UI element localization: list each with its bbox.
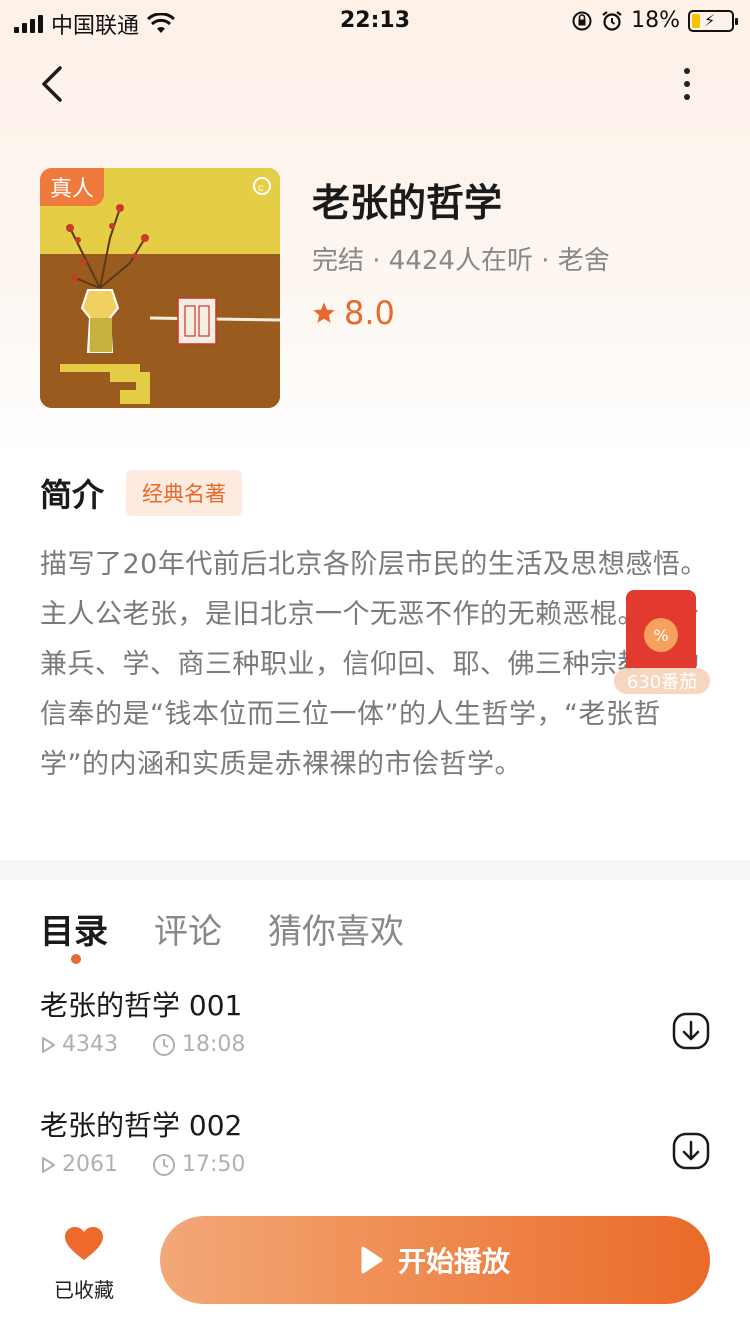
status-right: 18% ⚡ <box>571 8 738 33</box>
episode-meta: 4343 18:08 <box>40 1032 245 1057</box>
red-packet-label: 630番茄 <box>614 668 710 694</box>
section-divider <box>0 860 750 880</box>
start-play-button[interactable]: 开始播放 <box>160 1216 710 1304</box>
intro-text: 描写了20年代前后北京各阶层市民的生活及思想感悟。主人公老张，是旧北京一个无恶不… <box>40 549 708 780</box>
star-icon <box>313 302 335 323</box>
tab-recommend[interactable]: 猜你喜欢 <box>268 904 404 953</box>
episode-item[interactable]: 老张的哲学 001 4343 18:08 <box>0 984 750 1094</box>
favorite-button[interactable]: 已收藏 <box>44 1226 124 1306</box>
download-icon[interactable] <box>672 1012 710 1050</box>
download-icon[interactable] <box>672 1132 710 1170</box>
play-count: 4343 <box>62 1032 118 1057</box>
episode-duration: 18:08 <box>182 1032 246 1057</box>
coin-icon: % <box>644 618 678 652</box>
book-title: 老张的哲学 <box>312 181 503 225</box>
tab-catalog[interactable]: 目录 <box>40 904 108 953</box>
episode-duration: 17:50 <box>182 1152 246 1177</box>
battery-percent: 18% <box>631 8 680 33</box>
episode-meta: 2061 17:50 <box>40 1152 245 1177</box>
active-tab-indicator <box>71 954 81 964</box>
favorite-label: 已收藏 <box>54 1278 114 1302</box>
rating-value: 8.0 <box>344 294 395 332</box>
svg-text:c: c <box>258 182 264 194</box>
start-play-label: 开始播放 <box>397 1245 510 1278</box>
episode-title: 老张的哲学 002 <box>40 1109 243 1142</box>
back-icon[interactable] <box>36 62 76 106</box>
play-count-icon <box>42 1156 55 1173</box>
episode-title: 老张的哲学 001 <box>40 989 243 1022</box>
play-count: 2061 <box>62 1152 118 1177</box>
book-cover: c 真人 <box>40 168 280 408</box>
play-count-icon <box>42 1036 55 1053</box>
tab-bar: 目录 评论 猜你喜欢 <box>40 904 404 964</box>
play-icon <box>361 1246 383 1274</box>
alarm-icon <box>602 10 622 31</box>
cover-badge: 真人 <box>40 168 104 206</box>
tab-comments[interactable]: 评论 <box>154 904 222 953</box>
heart-icon <box>65 1227 103 1260</box>
intro-header: 简介 经典名著 <box>40 470 243 516</box>
book-rating: 8.0 <box>312 294 395 332</box>
episode-item[interactable]: 老张的哲学 002 2061 17:50 <box>0 1104 750 1214</box>
clock-icon <box>153 1033 175 1056</box>
rotation-lock-icon <box>572 11 592 30</box>
category-tag[interactable]: 经典名著 <box>126 470 243 516</box>
book-meta: 完结 · 4424人在听 · 老舍 <box>312 246 610 276</box>
battery-icon: ⚡ <box>688 9 738 32</box>
more-options-icon[interactable] <box>670 62 704 106</box>
status-bar: 中国联通 22:13 18% ⚡ <box>0 0 750 42</box>
intro-title: 简介 <box>40 476 105 514</box>
clock-icon <box>153 1153 175 1176</box>
red-packet-float[interactable]: % 630番茄 <box>614 590 710 694</box>
